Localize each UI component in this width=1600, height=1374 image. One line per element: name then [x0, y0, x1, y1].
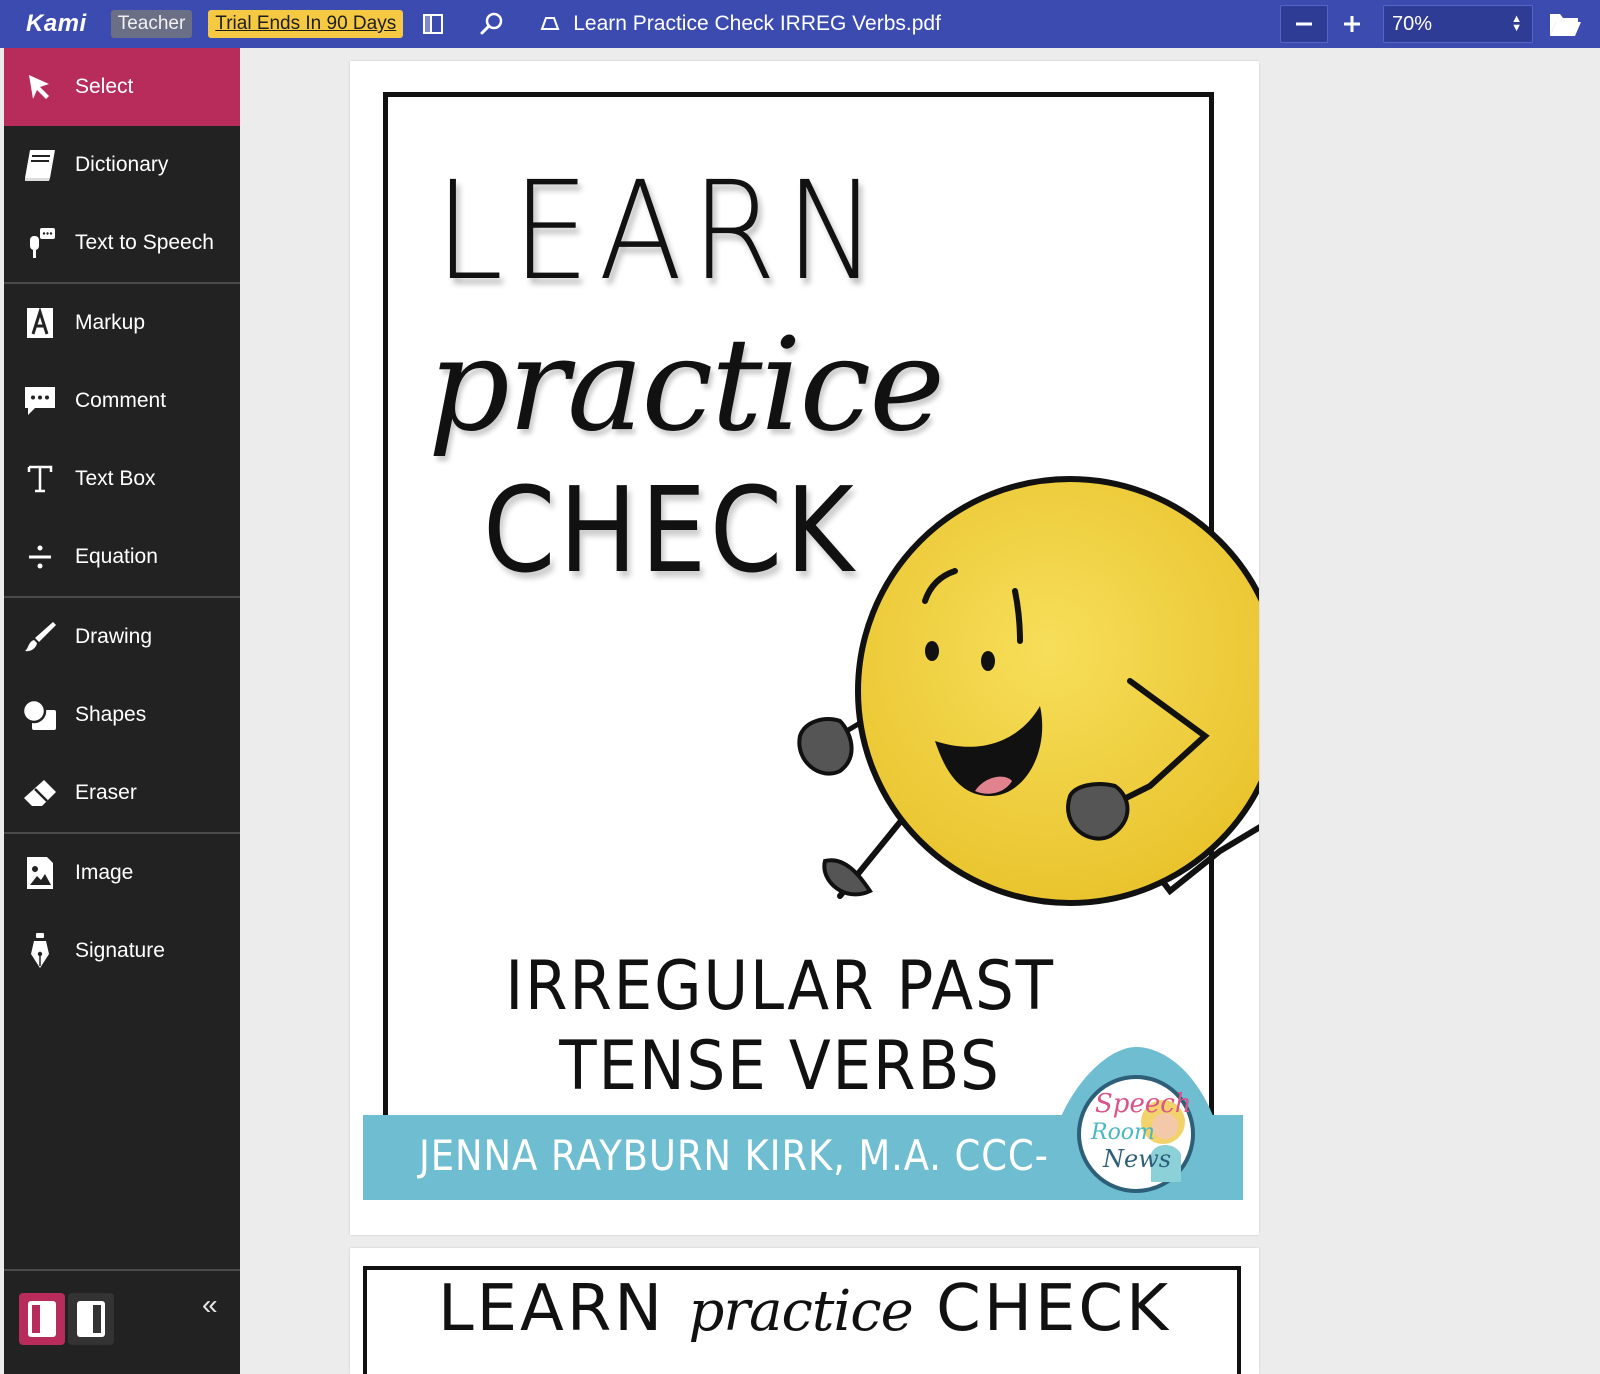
cover-subtitle-line1: IRREGULAR PAST	[505, 947, 1055, 1026]
svg-text:Room: Room	[1090, 1120, 1155, 1145]
search-icon[interactable]	[479, 11, 505, 37]
shapes-icon	[21, 696, 59, 734]
plus-icon	[1344, 16, 1360, 32]
text-t-icon	[21, 460, 59, 498]
eraser-icon	[21, 774, 59, 812]
running-smiley-mascot-illustration	[797, 476, 1259, 906]
zoom-level-select[interactable]: 70% ▲ ▼	[1383, 5, 1533, 43]
kami-logo[interactable]: Kami	[26, 10, 87, 38]
tool-signature[interactable]: Signature	[4, 912, 240, 990]
drive-document-icon	[539, 13, 561, 35]
image-icon	[21, 854, 59, 892]
tool-shapes[interactable]: Shapes	[4, 676, 240, 754]
speech-room-news-logo: Speech Room News	[1043, 1047, 1229, 1193]
tool-image[interactable]: Image	[4, 834, 240, 912]
cover-title-practice: practice	[428, 311, 945, 460]
author-name: JENNA RAYBURN KIRK, M.A. CCC-SLP	[419, 1131, 1118, 1180]
zoom-out-button[interactable]	[1280, 5, 1328, 43]
tool-label: Text Box	[75, 467, 156, 490]
comment-bubble-icon	[21, 382, 59, 420]
trial-link[interactable]: Trial Ends In 90 Days	[208, 10, 404, 38]
tool-text-box[interactable]: Text Box	[4, 440, 240, 518]
cover-title-learn: LEARN	[435, 153, 886, 311]
page2-title-learn: LEARN	[437, 1272, 666, 1346]
tool-eraser[interactable]: Eraser	[4, 754, 240, 832]
zoom-controls	[1280, 5, 1376, 43]
tool-label: Drawing	[75, 625, 153, 648]
highlighter-icon	[21, 304, 59, 342]
tool-label: Select	[75, 75, 134, 98]
tool-label: Shapes	[75, 703, 147, 726]
tools-sidebar: Select Dictionary Text to Speech Markup …	[4, 48, 240, 1374]
collapse-sidebar-icon[interactable]: «	[202, 1289, 218, 1321]
tool-markup[interactable]: Markup	[4, 284, 240, 362]
tool-drawing[interactable]: Drawing	[4, 598, 240, 676]
tool-label: Markup	[75, 311, 146, 334]
tool-label: Equation	[75, 545, 158, 568]
cursor-arrow-icon	[21, 68, 59, 106]
zoom-in-button[interactable]	[1328, 5, 1376, 43]
minus-icon	[1296, 22, 1312, 26]
sidebar-panel-icon[interactable]	[421, 12, 445, 36]
page2-title-practice: practice	[688, 1279, 914, 1344]
cover-subtitle-line2: TENSE VERBS	[559, 1027, 1001, 1106]
tool-label: Eraser	[75, 781, 137, 804]
role-badge: Teacher	[110, 10, 193, 38]
page2-title-check: CHECK	[936, 1272, 1172, 1346]
tool-label: Image	[75, 861, 134, 884]
pdf-page-2[interactable]: LEARN practice CHECK	[350, 1248, 1259, 1374]
tool-label: Comment	[75, 389, 167, 412]
tool-equation[interactable]: Equation	[4, 518, 240, 596]
page2-title: LEARN practice CHECK	[350, 1272, 1259, 1346]
tool-select[interactable]: Select	[4, 48, 240, 126]
pdf-page-1[interactable]: LEARN practice CHECK IRREGULAR PAST TENS…	[350, 61, 1259, 1235]
svg-text:Speech: Speech	[1095, 1089, 1192, 1119]
zoom-level-value: 70%	[1392, 12, 1433, 35]
book-icon	[21, 146, 59, 184]
tool-dictionary[interactable]: Dictionary	[4, 126, 240, 204]
single-page-icon	[28, 1301, 56, 1337]
brush-icon	[21, 618, 59, 656]
two-page-view-button[interactable]	[68, 1293, 114, 1345]
tool-label: Signature	[75, 939, 165, 962]
tool-comment[interactable]: Comment	[4, 362, 240, 440]
divide-icon	[21, 538, 59, 576]
single-page-view-button[interactable]	[19, 1293, 65, 1345]
sidebar-footer: «	[4, 1269, 240, 1374]
document-title: Learn Practice Check IRREG Verbs.pdf	[573, 12, 941, 35]
open-folder-icon[interactable]	[1548, 8, 1582, 40]
pen-nib-icon	[21, 932, 59, 970]
tool-label: Text to Speech	[75, 231, 214, 254]
tool-text-to-speech[interactable]: Text to Speech	[4, 204, 240, 282]
select-arrows-icon: ▲ ▼	[1511, 13, 1522, 34]
svg-text:News: News	[1102, 1145, 1171, 1173]
speaker-icon	[21, 224, 59, 262]
tool-label: Dictionary	[75, 153, 169, 176]
two-page-icon	[77, 1301, 105, 1337]
